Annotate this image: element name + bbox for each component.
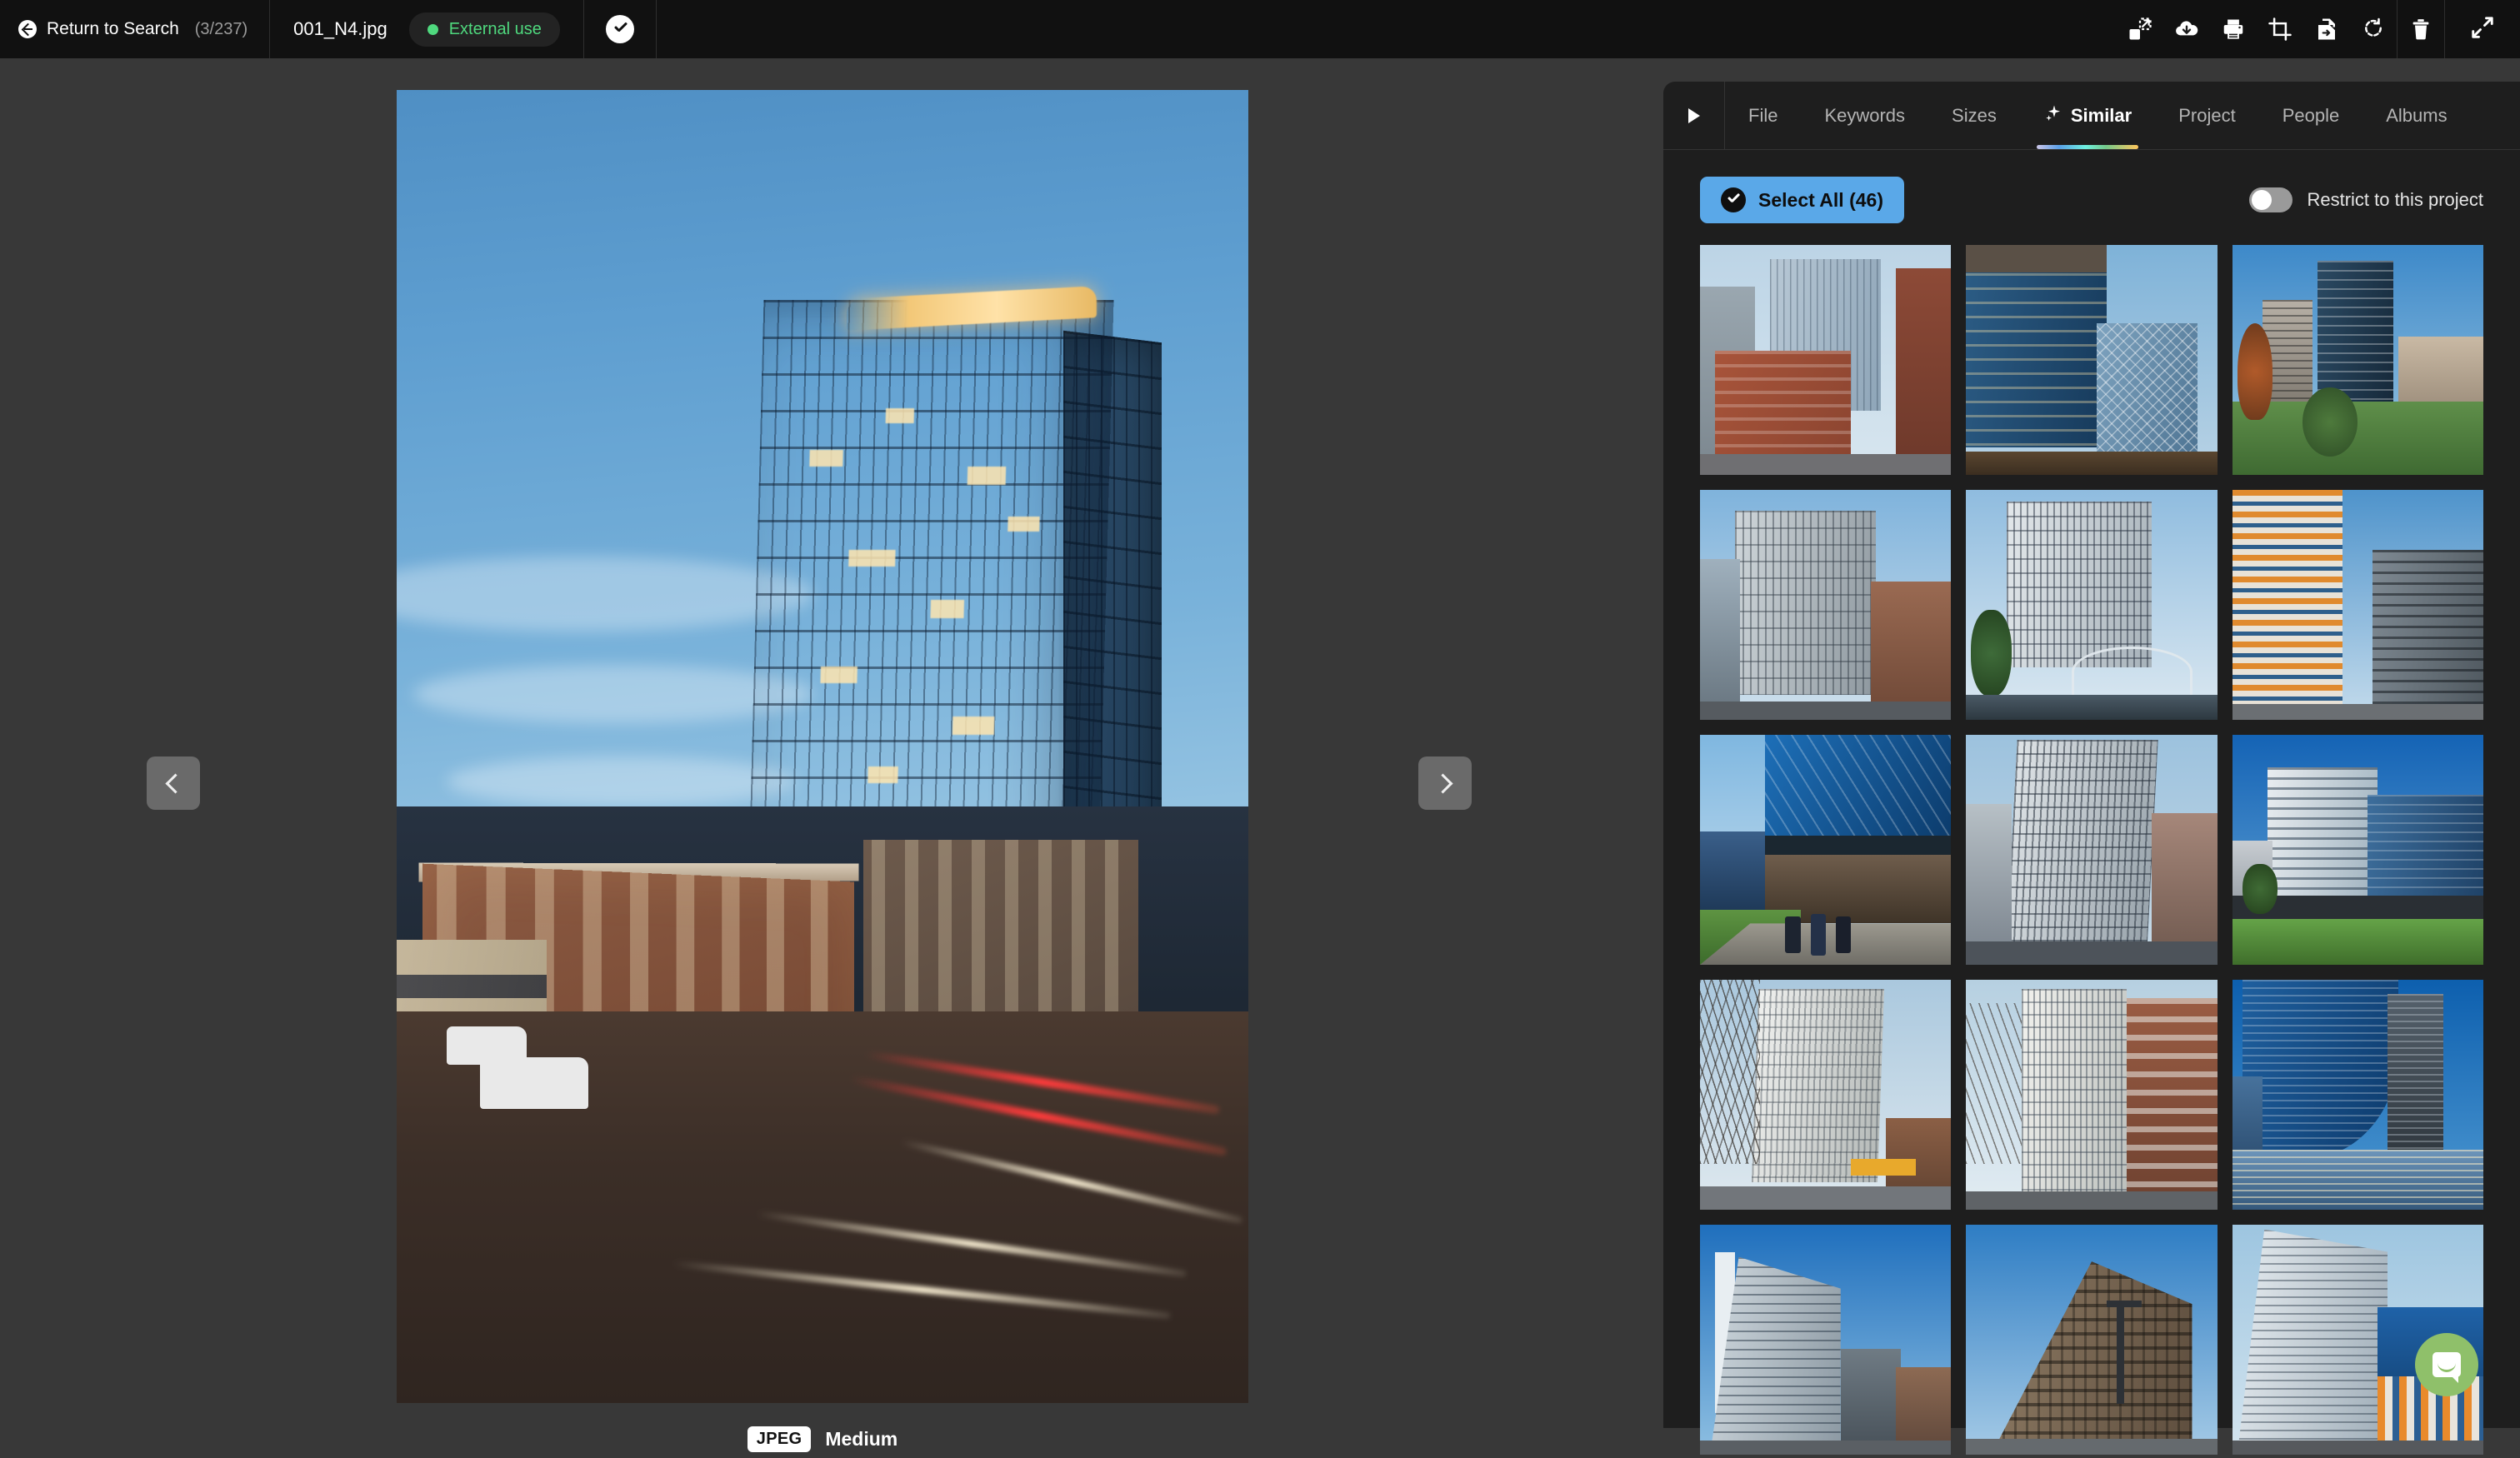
approve-button[interactable] bbox=[584, 0, 657, 58]
tab-label: Sizes bbox=[1952, 104, 1997, 126]
tab-file[interactable]: File bbox=[1725, 82, 1801, 149]
tab-albums[interactable]: Albums bbox=[2362, 82, 2470, 149]
similar-thumbnail[interactable] bbox=[1700, 735, 1952, 965]
smile-icon bbox=[2438, 1363, 2456, 1372]
support-chat-button[interactable] bbox=[2415, 1333, 2478, 1396]
tab-people[interactable]: People bbox=[2259, 82, 2363, 149]
copy-to-icon bbox=[2314, 17, 2339, 42]
panel-tab-bar: File Keywords Sizes Similar Project Peop… bbox=[1663, 82, 2520, 150]
chevron-left-icon bbox=[165, 772, 186, 794]
chevron-right-icon bbox=[1432, 772, 1453, 794]
main-image[interactable] bbox=[397, 90, 1248, 1403]
similar-thumbnail[interactable] bbox=[1700, 1225, 1952, 1455]
restrict-to-project-control[interactable]: Restrict to this project bbox=[2249, 187, 2483, 212]
rotate-icon bbox=[2361, 17, 2386, 42]
triangle-right-icon bbox=[1688, 107, 1700, 123]
similar-thumbnail[interactable] bbox=[1966, 980, 2218, 1210]
tab-label: File bbox=[1748, 104, 1778, 126]
select-all-label: Select All (46) bbox=[1758, 188, 1883, 211]
expand-diagonal-icon bbox=[2470, 15, 2495, 44]
status-dot-icon bbox=[427, 23, 438, 35]
similar-thumbnail[interactable] bbox=[1966, 1225, 2218, 1455]
restrict-to-project-label: Restrict to this project bbox=[2307, 189, 2483, 210]
tab-label: Keywords bbox=[1824, 104, 1906, 126]
similar-thumbnail[interactable] bbox=[1700, 490, 1952, 720]
delete-button[interactable] bbox=[2398, 0, 2444, 58]
similar-thumbnail[interactable] bbox=[2232, 490, 2483, 720]
expand-button[interactable] bbox=[2445, 0, 2520, 58]
download-button[interactable] bbox=[2163, 0, 2210, 58]
image-counter: (3/237) bbox=[194, 19, 248, 38]
image-caption: JPEG Medium bbox=[397, 1420, 1248, 1458]
return-to-search-label: Return to Search bbox=[47, 19, 179, 38]
back-arrow-icon bbox=[18, 20, 37, 38]
active-tab-underline bbox=[2036, 145, 2139, 149]
photo-cloud bbox=[447, 756, 797, 806]
similar-thumbnail[interactable] bbox=[1700, 980, 1952, 1210]
tab-label: Project bbox=[2178, 104, 2236, 126]
crop-icon bbox=[2268, 17, 2292, 42]
image-viewer: JPEG Medium bbox=[0, 58, 1638, 1452]
photo-road bbox=[397, 1011, 1248, 1403]
similar-thumbnail[interactable] bbox=[2232, 735, 2483, 965]
restrict-to-project-toggle[interactable] bbox=[2249, 187, 2293, 212]
chat-bubble-icon bbox=[2432, 1352, 2461, 1383]
similar-thumbnail[interactable] bbox=[1966, 490, 2218, 720]
select-all-button[interactable]: Select All (46) bbox=[1700, 177, 1904, 223]
return-to-search-button[interactable]: Return to Search (3/237) bbox=[0, 0, 271, 58]
rotate-button[interactable] bbox=[2350, 0, 2397, 58]
file-info-group: 001_N4.jpg External use bbox=[270, 0, 584, 58]
status-badge-label: External use bbox=[448, 19, 542, 38]
tab-sizes[interactable]: Sizes bbox=[1928, 82, 2020, 149]
similar-controls: Select All (46) Restrict to this project bbox=[1663, 150, 2520, 223]
similar-thumbnail[interactable] bbox=[2232, 980, 2483, 1210]
similar-thumbnail[interactable] bbox=[1966, 245, 2218, 475]
resize-share-button[interactable] bbox=[2117, 0, 2163, 58]
size-label: Medium bbox=[825, 1427, 898, 1450]
copy-to-button[interactable] bbox=[2303, 0, 2350, 58]
tab-label: People bbox=[2282, 104, 2340, 126]
panel-collapse-button[interactable] bbox=[1663, 82, 1725, 149]
tab-keywords[interactable]: Keywords bbox=[1801, 82, 1928, 149]
similar-results-grid bbox=[1663, 223, 2520, 1455]
status-badge[interactable]: External use bbox=[408, 12, 560, 47]
similar-thumbnail[interactable] bbox=[1700, 245, 1952, 475]
filename-label: 001_N4.jpg bbox=[293, 18, 388, 39]
sparkle-icon bbox=[2043, 103, 2063, 128]
top-toolbar: Return to Search (3/237) 001_N4.jpg Exte… bbox=[0, 0, 2520, 58]
previous-image-button[interactable] bbox=[147, 756, 200, 810]
tab-label: Albums bbox=[2386, 104, 2448, 126]
cloud-download-icon bbox=[2173, 16, 2200, 42]
tab-similar[interactable]: Similar bbox=[2020, 82, 2155, 149]
similar-thumbnail[interactable] bbox=[1966, 735, 2218, 965]
toggle-knob bbox=[2252, 190, 2272, 210]
photo-car bbox=[447, 1026, 527, 1065]
check-circle-filled-icon bbox=[1721, 187, 1746, 212]
crop-button[interactable] bbox=[2257, 0, 2303, 58]
resize-share-icon bbox=[2128, 17, 2152, 42]
print-button[interactable] bbox=[2210, 0, 2257, 58]
details-panel: File Keywords Sizes Similar Project Peop… bbox=[1663, 82, 2520, 1455]
photo-van bbox=[480, 1057, 588, 1109]
similar-thumbnail[interactable] bbox=[2232, 245, 2483, 475]
next-image-button[interactable] bbox=[1418, 756, 1472, 810]
tab-project[interactable]: Project bbox=[2155, 82, 2258, 149]
format-badge: JPEG bbox=[747, 1426, 812, 1452]
check-circle-icon bbox=[605, 15, 634, 43]
tab-label: Similar bbox=[2070, 104, 2132, 126]
trash-icon bbox=[2408, 17, 2433, 42]
action-toolbar bbox=[2117, 0, 2445, 58]
print-icon bbox=[2221, 17, 2246, 42]
